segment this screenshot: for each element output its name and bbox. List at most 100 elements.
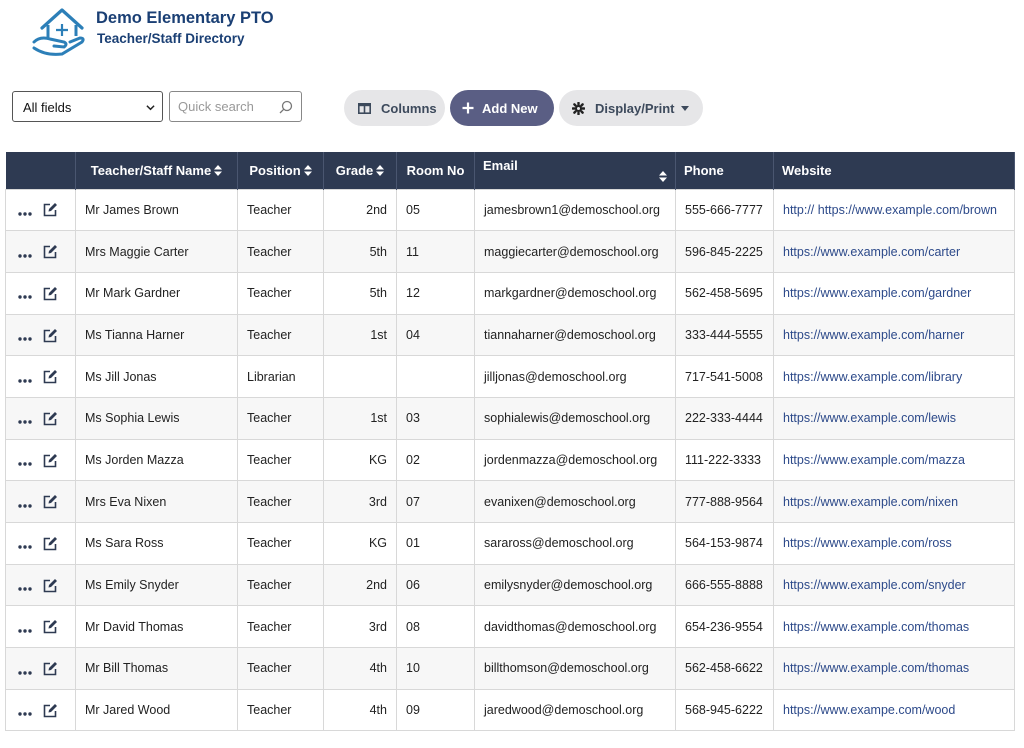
email[interactable]: jordenmazza@demoschool.org bbox=[484, 453, 657, 467]
grade-cell: 5th bbox=[323, 271, 397, 315]
email[interactable]: emilysnyder@demoschool.org bbox=[484, 578, 652, 592]
grade-cell: 1st bbox=[323, 396, 397, 440]
website-link[interactable]: https://www.example.com/library bbox=[783, 370, 962, 384]
email-cell: billthomson@demoschool.org bbox=[474, 647, 676, 690]
email-cell: sophialewis@demoschool.org bbox=[474, 396, 676, 440]
more-options-icon[interactable] bbox=[18, 587, 32, 591]
table-row: Ms Sara Ross Teacher KG 01 saraross@demo… bbox=[5, 522, 1015, 565]
website-link[interactable]: https://www.example.com/lewis bbox=[783, 411, 956, 425]
page-title: Teacher/Staff Directory bbox=[97, 31, 245, 46]
room-number: 09 bbox=[406, 703, 420, 718]
website-link[interactable]: https://www.example.com/snyder bbox=[783, 578, 966, 592]
room-cell: 05 bbox=[396, 188, 475, 232]
row-actions bbox=[5, 230, 76, 273]
more-options-icon[interactable] bbox=[18, 504, 32, 508]
website-cell: https://www.example.com/thomas bbox=[773, 605, 1015, 649]
grade-cell: 3rd bbox=[323, 480, 397, 523]
website-link[interactable]: https://www.example.com/mazza bbox=[783, 453, 965, 467]
more-options-icon[interactable] bbox=[18, 545, 32, 550]
email[interactable]: jamesbrown1@demoschool.org bbox=[484, 203, 660, 217]
edit-icon[interactable] bbox=[43, 661, 58, 676]
website-link[interactable]: https://www.example.com/gardner bbox=[783, 286, 971, 300]
grade: 3rd bbox=[368, 619, 387, 634]
edit-icon[interactable] bbox=[43, 369, 58, 384]
more-options-icon[interactable] bbox=[18, 212, 32, 216]
more-options-icon[interactable] bbox=[18, 462, 32, 466]
columns-button[interactable]: Columns bbox=[344, 90, 445, 126]
website-link[interactable]: http:// https://www.example.com/brown bbox=[783, 203, 997, 217]
table-header-row: Teacher/Staff Name Position Grade Room N… bbox=[5, 152, 1015, 189]
column-header-grade[interactable]: Grade bbox=[323, 152, 397, 189]
search-icon[interactable] bbox=[279, 100, 293, 114]
edit-icon[interactable] bbox=[43, 703, 58, 718]
more-options-icon[interactable] bbox=[18, 670, 32, 675]
sort-icon bbox=[303, 164, 312, 176]
website-link[interactable]: https://www.example.com/thomas bbox=[783, 620, 969, 634]
more-options-icon[interactable] bbox=[18, 295, 32, 300]
edit-icon[interactable] bbox=[43, 494, 58, 509]
grade: 1st bbox=[370, 327, 387, 342]
website-link[interactable]: https://www.example.com/thomas bbox=[783, 661, 969, 675]
add-new-button[interactable]: Add New bbox=[450, 90, 554, 126]
email[interactable]: davidthomas@demoschool.org bbox=[484, 620, 657, 634]
website-cell: http:// https://www.example.com/brown bbox=[773, 188, 1015, 232]
more-options-icon[interactable] bbox=[18, 337, 32, 341]
edit-icon[interactable] bbox=[43, 328, 58, 343]
email[interactable]: markgardner@demoschool.org bbox=[484, 286, 657, 300]
staff-name: Mr Bill Thomas bbox=[85, 661, 169, 676]
website-link[interactable]: https://www.example.com/nixen bbox=[783, 495, 958, 509]
email[interactable]: saraross@demoschool.org bbox=[484, 536, 634, 550]
edit-icon[interactable] bbox=[43, 202, 58, 217]
column-header-website[interactable]: Website bbox=[773, 152, 1015, 189]
staff-name: Ms Emily Snyder bbox=[85, 578, 179, 593]
staff-name: Mr James Brown bbox=[85, 202, 179, 217]
phone: 596-845-2225 bbox=[685, 244, 763, 259]
edit-icon[interactable] bbox=[43, 453, 58, 468]
website-link[interactable]: https://www.example.com/ross bbox=[783, 536, 952, 550]
edit-icon[interactable] bbox=[43, 536, 58, 551]
email[interactable]: jaredwood@demoschool.org bbox=[484, 703, 643, 717]
search-field-select[interactable]: All fields bbox=[12, 91, 163, 122]
more-options-icon[interactable] bbox=[18, 629, 32, 633]
edit-icon[interactable] bbox=[43, 619, 58, 634]
email-cell: tiannaharner@demoschool.org bbox=[474, 313, 676, 357]
website-link[interactable]: https://www.example.com/harner bbox=[783, 328, 964, 342]
display-print-button[interactable]: Display/Print bbox=[559, 90, 703, 126]
column-header-position[interactable]: Position bbox=[237, 152, 324, 189]
grade: 1st bbox=[370, 411, 387, 426]
column-header-phone[interactable]: Phone bbox=[675, 152, 774, 189]
display-print-button-label: Display/Print bbox=[595, 100, 675, 116]
email[interactable]: tiannaharner@demoschool.org bbox=[484, 328, 656, 342]
position-cell: Teacher bbox=[237, 522, 324, 565]
column-header-email[interactable]: Email bbox=[474, 152, 676, 189]
quick-search-input[interactable] bbox=[170, 92, 282, 121]
more-options-icon[interactable] bbox=[18, 420, 32, 425]
email[interactable]: billthomson@demoschool.org bbox=[484, 661, 649, 675]
table-row: Mr James Brown Teacher 2nd 05 jamesbrown… bbox=[5, 188, 1015, 232]
column-header-room[interactable]: Room No bbox=[396, 152, 475, 189]
email-cell: jaredwood@demoschool.org bbox=[474, 688, 676, 732]
website-link[interactable]: https://www.exampe.com/wood bbox=[783, 703, 955, 717]
email[interactable]: sophialewis@demoschool.org bbox=[484, 411, 650, 425]
email[interactable]: jilljonas@demoschool.org bbox=[484, 370, 627, 384]
phone-cell: 777-888-9564 bbox=[675, 480, 774, 523]
table-row: Ms Emily Snyder Teacher 2nd 06 emilysnyd… bbox=[5, 563, 1015, 607]
email[interactable]: maggiecarter@demoschool.org bbox=[484, 245, 659, 259]
more-options-icon[interactable] bbox=[18, 712, 32, 716]
room-number: 01 bbox=[406, 536, 420, 551]
edit-icon[interactable] bbox=[43, 286, 58, 301]
toolbar: All fields Columns Add New bbox=[12, 90, 1012, 126]
edit-icon[interactable] bbox=[43, 244, 58, 259]
website-link[interactable]: https://www.example.com/carter bbox=[783, 245, 960, 259]
more-options-icon[interactable] bbox=[18, 378, 32, 383]
email[interactable]: evanixen@demoschool.org bbox=[484, 495, 636, 509]
phone-cell: 555-666-7777 bbox=[675, 188, 774, 232]
table-row: Mr Bill Thomas Teacher 4th 10 billthomso… bbox=[5, 647, 1015, 690]
more-options-icon[interactable] bbox=[18, 253, 32, 258]
edit-icon[interactable] bbox=[43, 411, 58, 426]
edit-icon[interactable] bbox=[43, 578, 58, 593]
column-header-name[interactable]: Teacher/Staff Name bbox=[75, 152, 238, 189]
staff-name-cell: Mrs Maggie Carter bbox=[75, 230, 238, 273]
email-cell: maggiecarter@demoschool.org bbox=[474, 230, 676, 273]
room-cell: 07 bbox=[396, 480, 475, 523]
